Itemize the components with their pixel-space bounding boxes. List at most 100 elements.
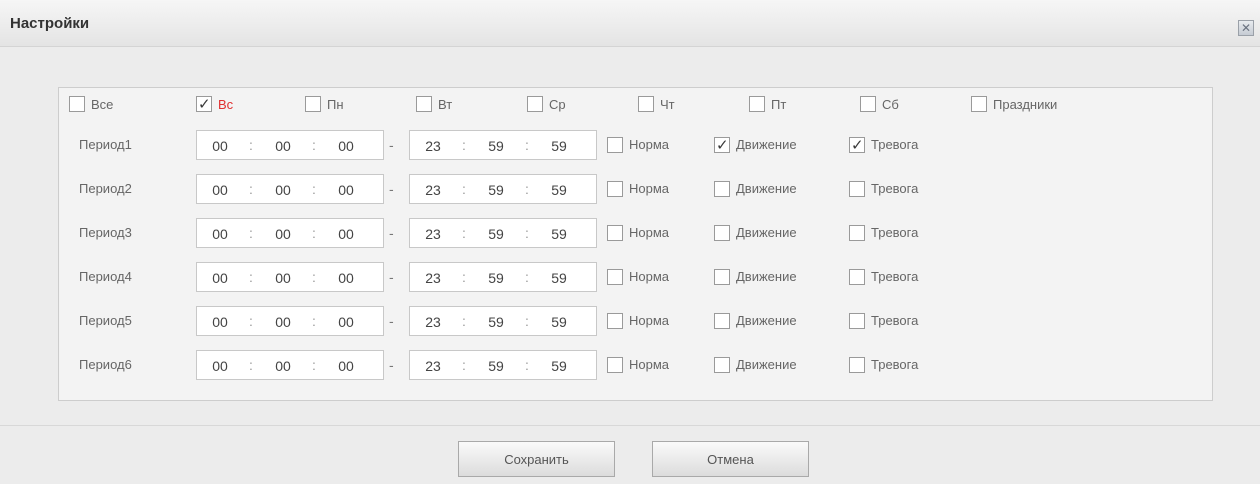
time-start-value[interactable]: 00 [333, 270, 359, 286]
close-icon[interactable]: ✕ [1238, 20, 1254, 36]
time-end-value[interactable]: 59 [546, 314, 572, 330]
motion-checkbox[interactable] [714, 225, 730, 241]
time-end-value[interactable]: 23 [420, 358, 446, 374]
day-label: Ср [549, 97, 566, 112]
time-start-value[interactable]: 00 [333, 358, 359, 374]
alarm-checkbox[interactable] [849, 136, 865, 154]
day-checkbox-6[interactable] [749, 96, 765, 112]
motion-checkbox[interactable] [714, 313, 730, 329]
schedule-panel: ВсеВсПнВтСрЧтПтСбПраздникиПериод100:00:0… [58, 87, 1213, 401]
time-end-value[interactable]: 59 [546, 358, 572, 374]
norma-checkbox[interactable] [607, 357, 623, 373]
day-checkbox-4[interactable] [527, 96, 543, 112]
time-end-value[interactable]: 59 [483, 270, 509, 286]
time-start-value[interactable]: 00 [270, 226, 296, 242]
time-end-value[interactable]: 59 [483, 182, 509, 198]
motion-checkbox[interactable] [714, 357, 730, 373]
time-separator: : [462, 137, 466, 153]
day-checkbox-1[interactable] [196, 95, 212, 113]
time-start-value[interactable]: 00 [270, 270, 296, 286]
norma-label: Норма [629, 137, 670, 152]
time-separator: : [525, 357, 529, 373]
alarm-checkbox[interactable] [849, 313, 865, 329]
motion-checkbox[interactable] [714, 269, 730, 285]
time-end-value[interactable]: 59 [483, 314, 509, 330]
time-start-field[interactable]: 00:00:00 [196, 218, 384, 248]
time-start-value[interactable]: 00 [270, 314, 296, 330]
time-end-value[interactable]: 23 [420, 226, 446, 242]
period-label: Период1 [79, 137, 132, 152]
alarm-checkbox[interactable] [849, 181, 865, 197]
motion-label: Движение [736, 181, 797, 196]
day-checkbox-8[interactable] [971, 96, 987, 112]
time-start-value[interactable]: 00 [333, 314, 359, 330]
time-start-value[interactable]: 00 [270, 138, 296, 154]
time-separator: : [249, 137, 253, 153]
time-end-field[interactable]: 23:59:59 [409, 306, 597, 336]
time-start-value[interactable]: 00 [207, 358, 233, 374]
range-separator: - [389, 137, 394, 153]
alarm-label: Тревога [871, 357, 919, 372]
time-end-field[interactable]: 23:59:59 [409, 218, 597, 248]
norma-checkbox[interactable] [607, 225, 623, 241]
time-separator: : [462, 269, 466, 285]
time-end-field[interactable]: 23:59:59 [409, 350, 597, 380]
range-separator: - [389, 357, 394, 373]
time-end-value[interactable]: 23 [420, 138, 446, 154]
save-button[interactable]: Сохранить [458, 441, 615, 477]
time-separator: : [312, 181, 316, 197]
alarm-checkbox[interactable] [849, 225, 865, 241]
time-end-value[interactable]: 59 [546, 138, 572, 154]
time-end-value[interactable]: 59 [546, 226, 572, 242]
norma-checkbox[interactable] [607, 269, 623, 285]
alarm-checkbox[interactable] [849, 269, 865, 285]
motion-checkbox[interactable] [714, 136, 730, 154]
day-checkbox-3[interactable] [416, 96, 432, 112]
day-checkbox-2[interactable] [305, 96, 321, 112]
day-checkbox-0[interactable] [69, 96, 85, 112]
time-start-value[interactable]: 00 [270, 182, 296, 198]
time-start-value[interactable]: 00 [333, 226, 359, 242]
time-start-value[interactable]: 00 [270, 358, 296, 374]
time-start-field[interactable]: 00:00:00 [196, 262, 384, 292]
day-label: Вс [218, 97, 234, 112]
time-end-field[interactable]: 23:59:59 [409, 262, 597, 292]
time-end-value[interactable]: 59 [546, 270, 572, 286]
time-start-value[interactable]: 00 [207, 182, 233, 198]
time-end-field[interactable]: 23:59:59 [409, 174, 597, 204]
time-start-field[interactable]: 00:00:00 [196, 306, 384, 336]
time-start-value[interactable]: 00 [207, 226, 233, 242]
time-end-value[interactable]: 59 [483, 226, 509, 242]
time-end-field[interactable]: 23:59:59 [409, 130, 597, 160]
time-start-field[interactable]: 00:00:00 [196, 350, 384, 380]
norma-checkbox[interactable] [607, 181, 623, 197]
dialog-title: Настройки [10, 15, 90, 32]
motion-label: Движение [736, 269, 797, 284]
norma-checkbox[interactable] [607, 313, 623, 329]
alarm-checkbox[interactable] [849, 357, 865, 373]
time-start-value[interactable]: 00 [333, 138, 359, 154]
day-label: Все [91, 97, 114, 112]
time-end-value[interactable]: 23 [420, 270, 446, 286]
day-checkbox-5[interactable] [638, 96, 654, 112]
time-separator: : [462, 225, 466, 241]
time-start-value[interactable]: 00 [207, 138, 233, 154]
time-end-value[interactable]: 59 [546, 182, 572, 198]
time-separator: : [525, 313, 529, 329]
time-end-value[interactable]: 23 [420, 182, 446, 198]
time-start-field[interactable]: 00:00:00 [196, 174, 384, 204]
time-start-value[interactable]: 00 [207, 270, 233, 286]
time-end-value[interactable]: 23 [420, 314, 446, 330]
norma-checkbox[interactable] [607, 137, 623, 153]
time-start-field[interactable]: 00:00:00 [196, 130, 384, 160]
time-end-value[interactable]: 59 [483, 138, 509, 154]
period-label: Период4 [79, 269, 132, 284]
time-start-value[interactable]: 00 [207, 314, 233, 330]
time-start-value[interactable]: 00 [333, 182, 359, 198]
alarm-label: Тревога [871, 137, 919, 152]
norma-label: Норма [629, 225, 670, 240]
cancel-button[interactable]: Отмена [652, 441, 809, 477]
time-end-value[interactable]: 59 [483, 358, 509, 374]
day-checkbox-7[interactable] [860, 96, 876, 112]
motion-checkbox[interactable] [714, 181, 730, 197]
